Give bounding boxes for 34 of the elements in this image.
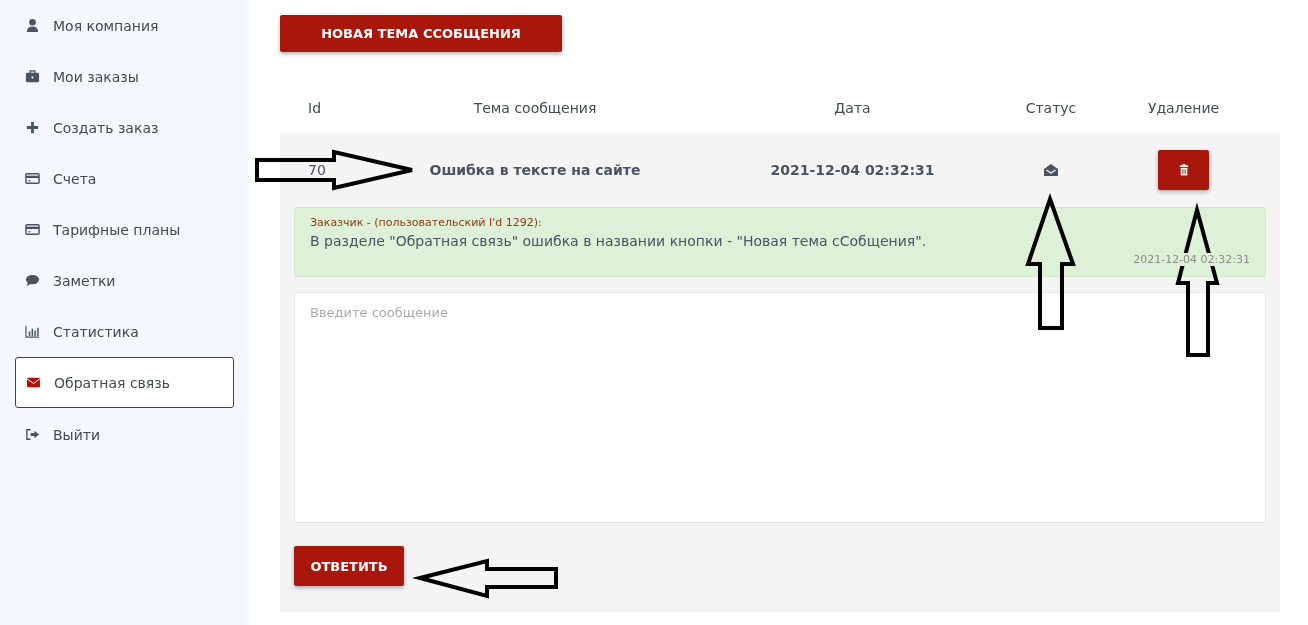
message-input[interactable]: Введите сообщение	[294, 292, 1266, 523]
plus-icon	[25, 120, 40, 135]
envelope-icon	[26, 375, 41, 390]
sidebar-item[interactable]: Мои заказы	[15, 51, 234, 102]
sidebar-item[interactable]: Тарифные планы	[15, 204, 234, 255]
message-time: 2021-12-04 02:32:31	[1133, 253, 1250, 266]
bar-chart-icon	[25, 324, 40, 339]
column-header: Статус	[1025, 100, 1077, 116]
table-cell: 70	[308, 162, 326, 178]
sidebar-item[interactable]: Выйти	[15, 409, 234, 460]
message-author: Заказчик - (пользовательский I'd 1292):	[310, 216, 543, 229]
briefcase-icon	[25, 69, 40, 84]
reply-button[interactable]: ОТВЕТИТЬ	[294, 546, 404, 586]
credit-card-icon	[25, 222, 40, 237]
table-cell[interactable]: Ошибка в тексте на сайте	[429, 162, 641, 178]
column-header: Удаление	[1147, 100, 1220, 116]
sidebar-item[interactable]: Заметки	[15, 255, 234, 306]
sidebar-item[interactable]: Обратная связь	[15, 357, 234, 408]
sidebar-item[interactable]: Статистика	[15, 306, 234, 357]
table-cell: 2021-12-04 02:32:31	[770, 162, 935, 178]
sidebar-item[interactable]: Моя компания	[15, 0, 234, 51]
new-topic-button[interactable]: НОВАЯ ТЕМА ССОБЩЕНИЯ	[280, 15, 562, 52]
credit-card-icon	[25, 171, 40, 186]
column-header: Тема сообщения	[473, 100, 597, 116]
delete-button[interactable]	[1158, 150, 1209, 190]
trash-icon	[1178, 164, 1189, 176]
sidebar-item[interactable]: Создать заказ	[15, 102, 234, 153]
person-icon	[25, 18, 40, 33]
speech-bubble-icon	[25, 273, 40, 288]
sidebar-item[interactable]: Счета	[15, 153, 234, 204]
sign-out-icon	[25, 427, 40, 442]
column-header: Дата	[834, 100, 871, 116]
message-text: В разделе "Обратная связь" ошибка в названии кнопки - "Новая тема сСобщения".	[310, 233, 928, 249]
column-header: Id	[308, 100, 321, 116]
